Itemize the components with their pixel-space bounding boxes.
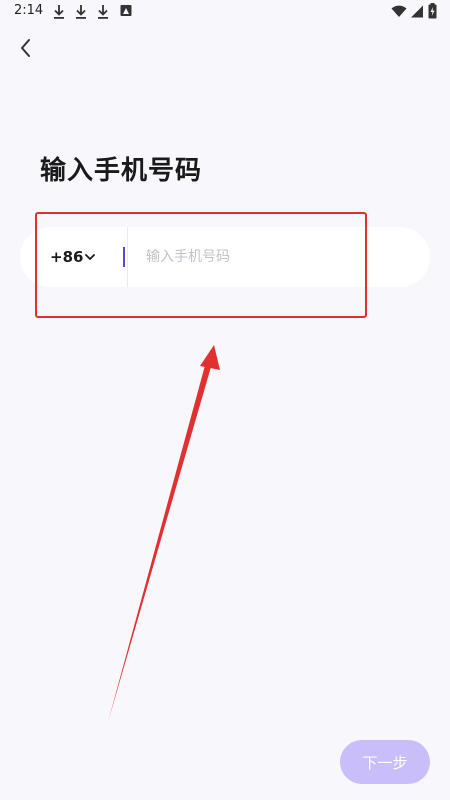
download-icon [54, 5, 64, 19]
photo-notification-icon [120, 5, 132, 16]
login-screen: 2:14 输入手机号码 +86 输入手机号码 下一步 [0, 0, 450, 800]
wifi-icon [391, 5, 407, 18]
next-button[interactable]: 下一步 [340, 740, 430, 784]
download-icon [76, 5, 86, 19]
chevron-left-icon[interactable] [12, 34, 40, 62]
annotation-highlight-box [35, 212, 367, 318]
signal-icon [411, 5, 423, 18]
battery-charging-icon [428, 3, 437, 19]
status-bar: 2:14 [0, 0, 450, 24]
page-title: 输入手机号码 [40, 156, 203, 186]
status-time: 2:14 [14, 3, 44, 18]
download-icon [98, 5, 108, 19]
annotation-arrow [108, 345, 220, 722]
